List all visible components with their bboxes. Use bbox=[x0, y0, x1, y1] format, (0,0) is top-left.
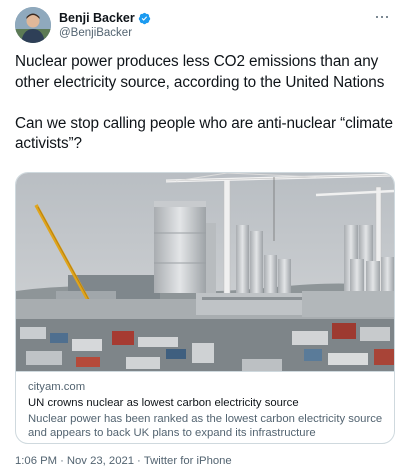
tweet-date[interactable]: Nov 23, 2021 bbox=[67, 455, 134, 467]
link-card-image bbox=[16, 173, 394, 371]
meta-separator-2: · bbox=[137, 455, 141, 467]
link-card[interactable]: cityam.com UN crowns nuclear as lowest c… bbox=[15, 172, 395, 444]
card-title: UN crowns nuclear as lowest carbon elect… bbox=[28, 397, 299, 409]
author-display-name[interactable]: Benji Backer bbox=[59, 11, 135, 25]
meta-separator: · bbox=[60, 455, 64, 467]
tweet: Benji Backer @BenjiBacker Nuclear power … bbox=[0, 0, 405, 476]
tweet-meta: 1:06 PM · Nov 23, 2021 · Twitter for iPhone bbox=[15, 455, 232, 467]
avatar[interactable] bbox=[15, 7, 51, 43]
more-options-icon[interactable] bbox=[371, 8, 393, 26]
tweet-time[interactable]: 1:06 PM bbox=[15, 455, 57, 467]
tweet-text: Nuclear power produces less CO2 emission… bbox=[15, 53, 393, 152]
card-domain: cityam.com bbox=[28, 381, 86, 393]
verified-badge-icon bbox=[138, 12, 151, 25]
card-description: Nuclear power has been ranked as the low… bbox=[28, 413, 383, 439]
avatar-image bbox=[15, 7, 51, 43]
tweet-source[interactable]: Twitter for iPhone bbox=[144, 455, 232, 467]
card-divider bbox=[16, 371, 394, 372]
author-handle[interactable]: @BenjiBacker bbox=[59, 27, 132, 39]
author-name-row: Benji Backer bbox=[59, 10, 151, 26]
